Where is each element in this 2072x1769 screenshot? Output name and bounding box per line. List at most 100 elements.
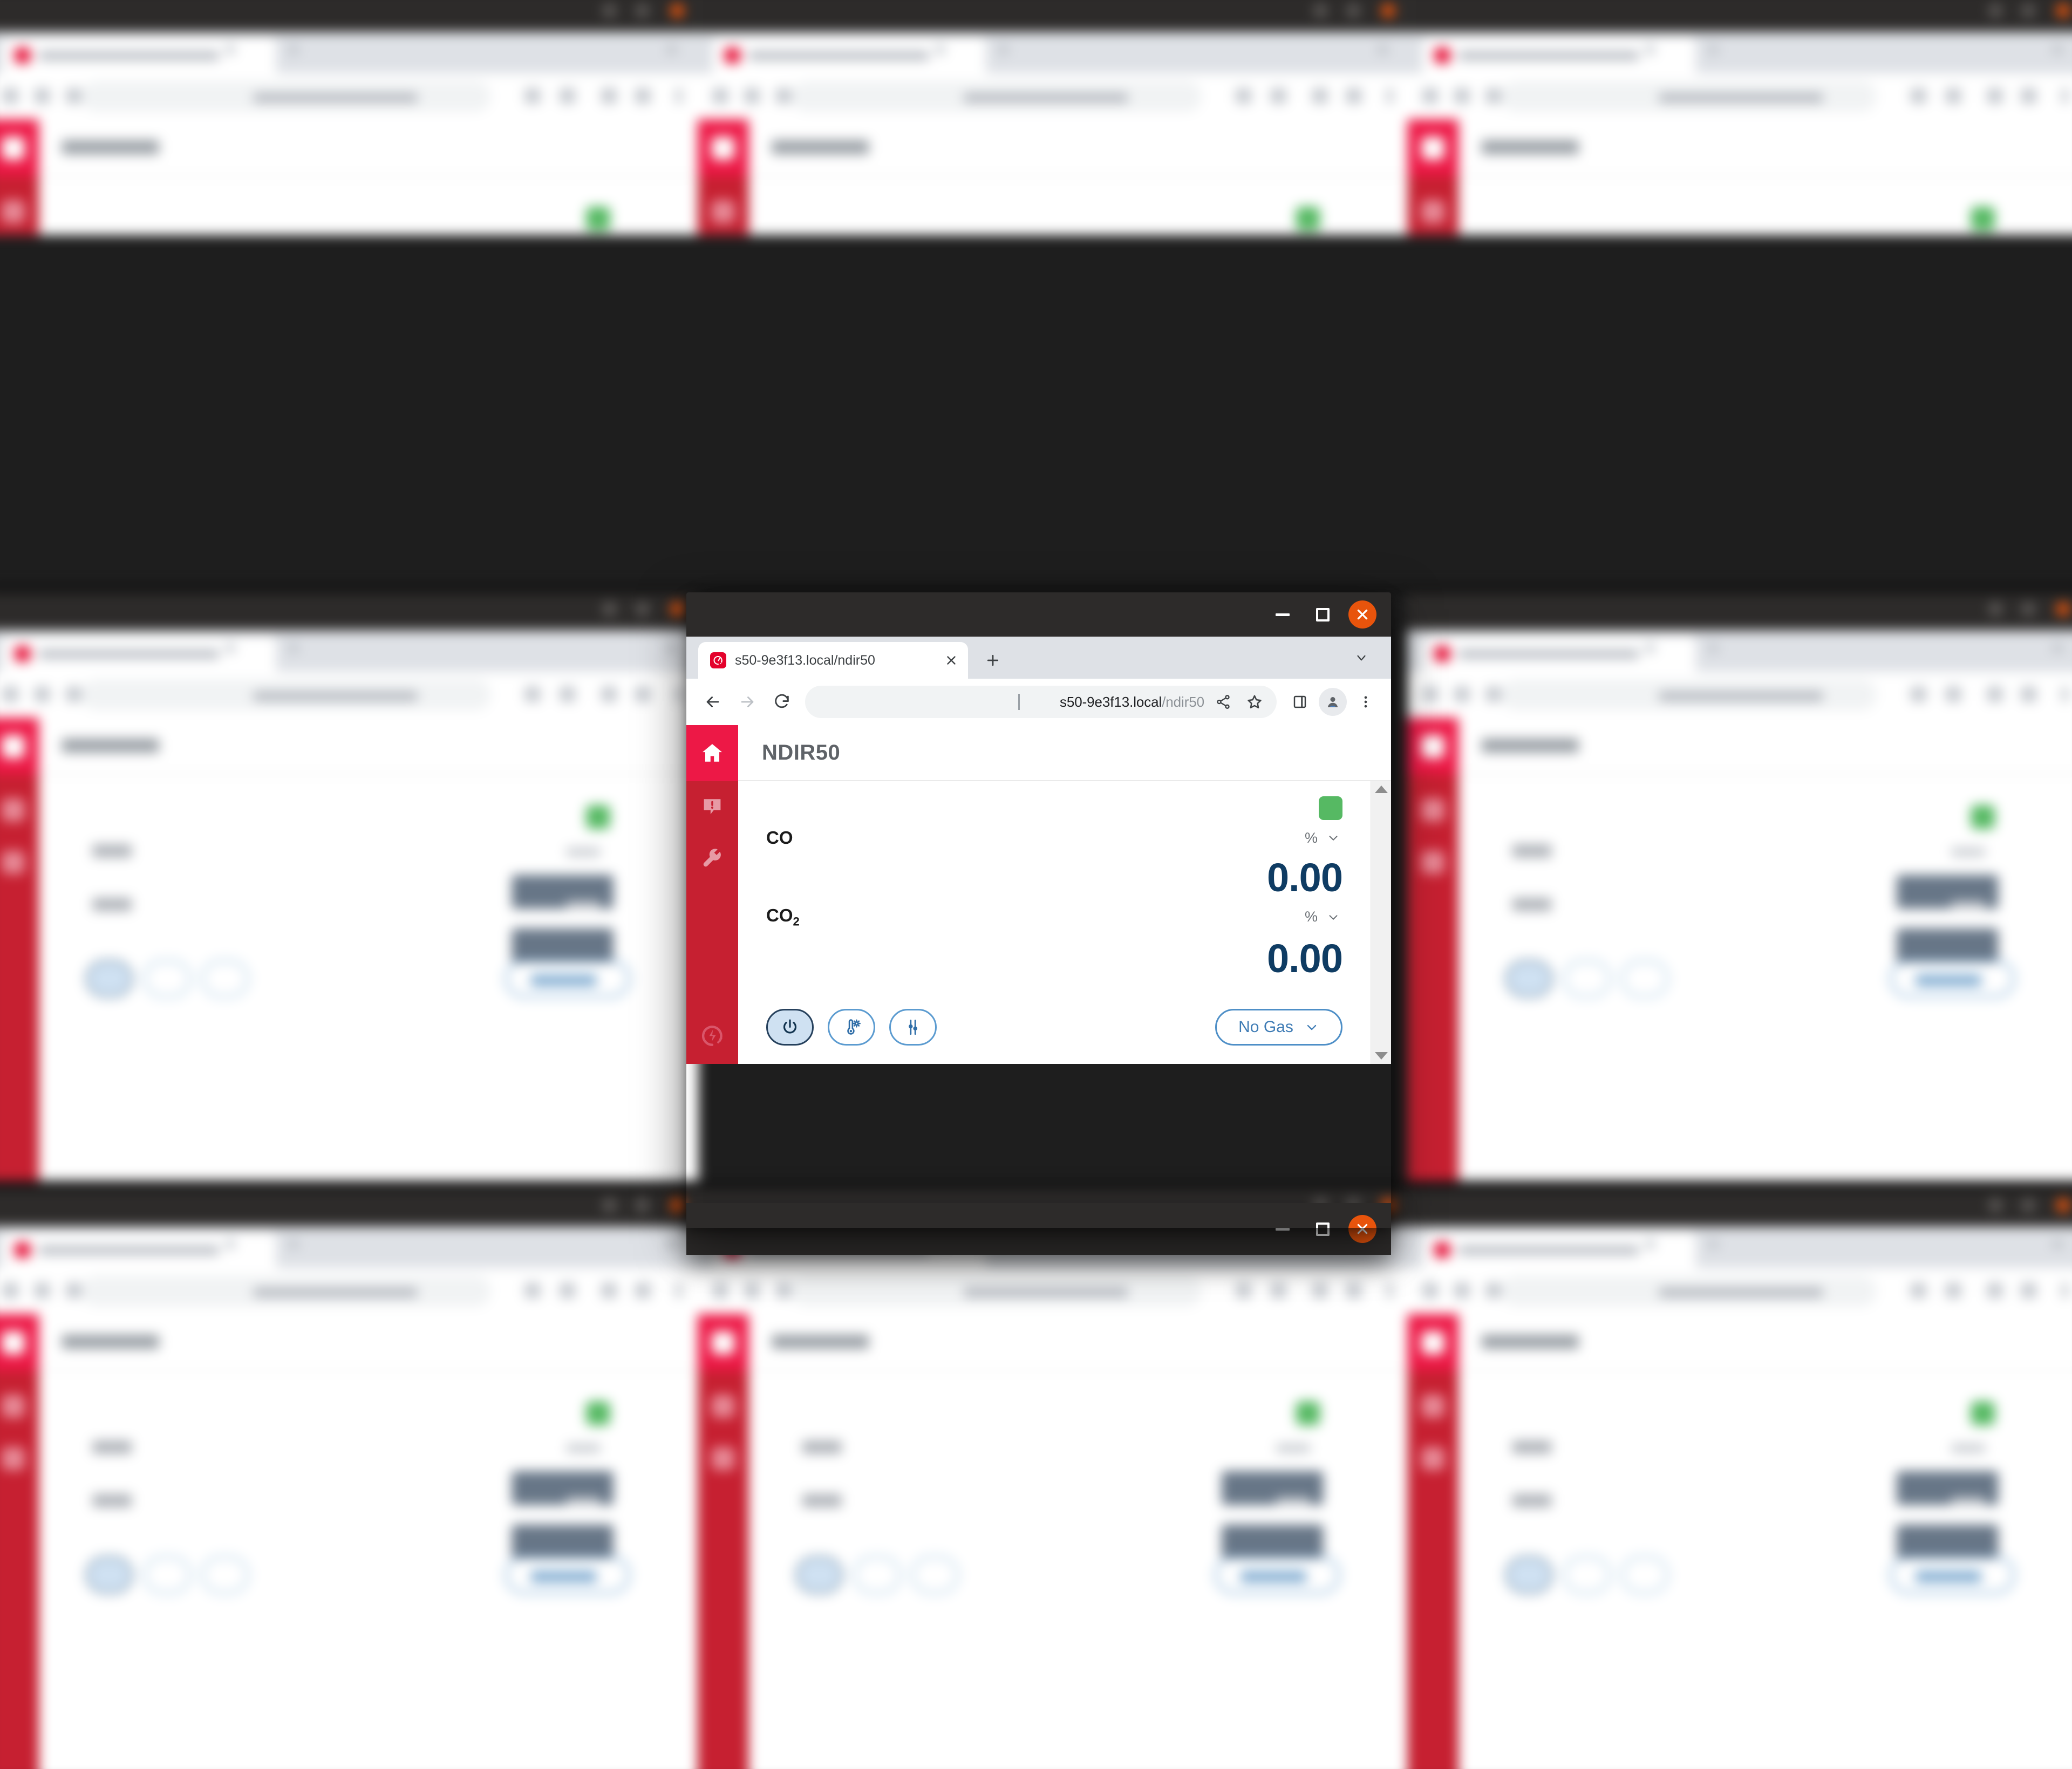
background-profile [635,686,651,702]
forward-button[interactable] [732,686,763,718]
new-tab-button[interactable] [978,645,1008,675]
background-rail [1407,1314,1459,1769]
background-bookmark [1945,1282,1961,1299]
background-url [253,93,418,103]
maximize-button[interactable] [1303,595,1342,634]
background-appbar [1458,1314,2072,1371]
background-status-led [586,805,610,829]
background-appbar [39,1314,699,1371]
browser-menu-icon[interactable] [1350,686,1381,718]
background-forward [744,1282,760,1299]
reading-header: CO2 % [766,905,1342,929]
background-window [0,588,699,1243]
power-button[interactable] [766,1009,814,1046]
unit-selector-co[interactable]: % [1305,830,1342,846]
background-tab-close [226,643,235,653]
background-sidepanel [601,1282,617,1299]
background-app-title [772,1334,869,1349]
tab-close-icon[interactable] [939,648,964,673]
background-minimize [1988,1198,2003,1213]
background-bookmark [1271,88,1286,104]
background-titlebar [0,588,699,631]
background-close [670,1198,685,1213]
background-wrench-icon [1421,851,1444,874]
background-alert-icon [1421,1395,1444,1418]
background-tab-title [1458,649,1639,659]
background-tab-list [2053,1240,2063,1248]
window-titlebar[interactable] [686,592,1391,637]
address-bar[interactable]: s50-9e3f13.local/ndir50 [805,686,1277,718]
profile-avatar[interactable] [1319,688,1347,716]
gas-selector[interactable]: No Gas [1215,1009,1342,1046]
background-webapp [1407,1314,2072,1769]
background-minimize [1988,602,2003,617]
reload-button[interactable] [766,686,798,718]
scrollbar-thumb[interactable] [1371,793,1391,1052]
background-status-led [1971,805,1995,829]
app-header: NDIR50 [738,725,1391,781]
browser-tab[interactable]: s50-9e3f13.local/ndir50 [698,642,968,679]
background-tabstrip [0,630,699,672]
background-url [1659,691,1823,701]
background-reload [1485,686,1502,702]
background-webapp [0,1314,699,1769]
background-back [3,1282,18,1299]
background-home-icon [2,735,25,759]
sidebar-item-service[interactable] [686,833,738,885]
minimize-button[interactable] [1263,595,1303,634]
share-icon[interactable] [1208,686,1239,718]
vertical-scrollbar[interactable] [1371,781,1391,1064]
background-tab-close [1645,1239,1655,1249]
background-favicon [1434,47,1450,63]
background-status-led [1971,207,1995,231]
background-alert-icon [711,200,735,223]
background-home-icon [1421,735,1444,759]
background-toolbar [1407,672,2072,718]
back-button[interactable] [697,686,728,718]
background-tune-button [911,1556,959,1594]
unit-selector-co2[interactable]: % [1305,909,1342,925]
background-unit [566,1497,601,1506]
background-back [712,1282,728,1299]
temperature-button[interactable] [828,1009,875,1046]
tune-button[interactable] [889,1009,937,1046]
bookmark-star-icon[interactable] [1239,686,1270,718]
background-tab [1422,37,1696,74]
background-gas-selector [505,960,630,998]
unit-label: % [1304,909,1318,925]
background-power-button [86,1556,133,1594]
background-window [697,0,1410,235]
background-titlebar [0,1184,699,1227]
scroll-down-arrow-icon[interactable] [1374,1052,1388,1060]
background-new-tab [289,45,298,54]
background-new-tab [999,45,1008,54]
tab-search-chevron-down-icon[interactable] [1350,646,1373,669]
background-status-led [1971,1401,1995,1425]
background-webapp [1407,119,2072,235]
power-icon [783,1019,797,1034]
background-rail [1407,119,1459,235]
page-title: NDIR50 [762,740,841,764]
background-gas-label [802,1494,842,1507]
background-alert-icon [711,1395,735,1418]
background-menu [2061,88,2068,104]
side-panel-icon[interactable] [1284,686,1316,718]
close-button[interactable] [1342,595,1382,634]
background-gas-label [92,898,132,911]
background-webapp [697,1314,1410,1769]
background-home-icon [711,1331,735,1355]
background-maximize [2021,602,2035,617]
background-power-button [1505,960,1553,998]
background-window [1407,1184,2072,1769]
background-bookmark [560,1282,575,1299]
sidebar-item-alarms[interactable] [686,781,738,833]
background-tab-list [666,1240,677,1248]
background-maximize [635,1198,650,1213]
background-minimize [602,1198,617,1213]
sidebar-item-power[interactable] [686,1008,738,1064]
browser-toolbar: s50-9e3f13.local/ndir50 [686,679,1391,725]
sidebar-item-home[interactable] [686,725,738,781]
scroll-up-arrow-icon[interactable] [1374,786,1388,793]
background-tune-button [201,960,249,998]
background-gas-selector [1215,1556,1340,1594]
